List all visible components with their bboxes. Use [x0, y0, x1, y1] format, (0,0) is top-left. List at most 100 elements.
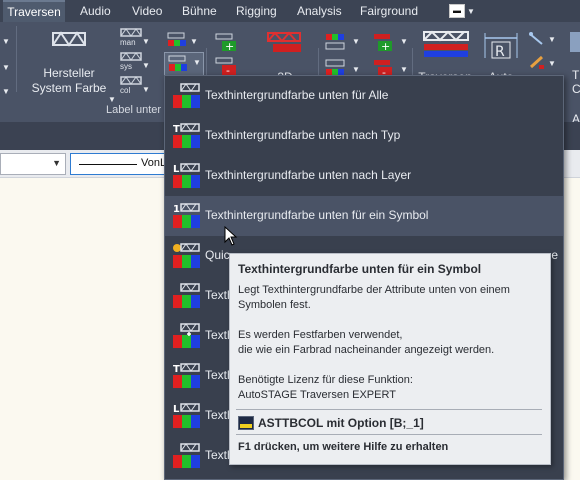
tooltip-help-hint: F1 drücken, um weitere Hilfe zu erhalten — [238, 441, 449, 453]
tab-audio[interactable]: Audio — [80, 0, 111, 22]
tab-buehne[interactable]: Bühne — [182, 0, 217, 22]
ribbon-tab-bar: Traversen Audio Video Bühne Rigging Anal… — [0, 0, 580, 24]
menu-item-label: Texthintergrundfarbe unten für Alle — [205, 88, 389, 102]
dimension-r-icon: R — [484, 33, 518, 60]
label-color-mask-icon — [173, 443, 200, 468]
tab-label: Rigging — [236, 4, 277, 18]
command-icon — [238, 416, 254, 430]
label-color-small-button[interactable] — [166, 32, 190, 50]
label-color-icon — [168, 55, 187, 71]
manufacturer-color-button[interactable]: Hersteller System Farbe — [28, 28, 110, 98]
label-color-layer-icon: L — [173, 163, 200, 188]
remove-label-button[interactable]: - — [214, 56, 242, 77]
menu-item-label-tail: e — [551, 248, 558, 262]
svg-text:T: T — [173, 364, 180, 375]
cut-off-label-c: C — [572, 82, 580, 96]
chevron-down-icon[interactable]: ▼ — [2, 84, 10, 99]
label-color-symbol-icon: 1 — [173, 203, 200, 228]
truss-mini-icon — [120, 76, 142, 85]
tooltip-info-line: die wie ein Farbrad nacheinander angezei… — [238, 344, 495, 356]
svg-text:+: + — [381, 40, 390, 53]
label-color-layer-icon: L — [173, 403, 200, 428]
linetype-text: VonL — [141, 157, 167, 169]
tab-label: Bühne — [182, 4, 217, 18]
tab-analysis[interactable]: Analysis — [297, 0, 342, 22]
menu-item[interactable]: Texthintergrundfarbe unten für Alle — [165, 76, 563, 116]
svg-text:L: L — [173, 164, 180, 175]
chevron-down-icon: ▼ — [193, 58, 201, 67]
menu-item[interactable]: L Texthintergrundfarbe unten nach Layer — [165, 156, 563, 196]
tooltip-separator — [236, 434, 542, 435]
measure-icon — [529, 32, 543, 45]
workspace-toggle-button[interactable]: ▬ — [449, 4, 465, 18]
tooltip-description-line: Symbolen fest. — [238, 299, 311, 311]
tooltip-description-line: Legt Texthintergrundfarbe der Attribute … — [238, 284, 510, 296]
label-color-icon — [167, 32, 186, 46]
chevron-down-icon[interactable]: ▼ — [2, 34, 10, 49]
add-color-button[interactable]: + — [372, 32, 400, 54]
manufacturer-color-label: Hersteller System Farbe — [31, 66, 107, 95]
mouse-cursor-icon — [224, 226, 238, 246]
tooltip-separator — [236, 409, 542, 410]
cut-off-button[interactable]: T C A — [566, 30, 580, 126]
chevron-down-icon[interactable]: ▼ — [400, 34, 408, 49]
linetype-preview — [79, 164, 137, 165]
label-color-bottom-button[interactable]: ▼ — [164, 52, 204, 76]
pencil-icon — [529, 55, 544, 69]
menu-item-label: Quic — [205, 248, 230, 262]
tab-label: Traversen — [7, 5, 61, 19]
tooltip-command: ASTTBCOL mit Option [B;_1] — [258, 416, 424, 430]
3d-label-icon — [267, 31, 301, 52]
tooltip-info-line: Es werden Festfarben verwendet, — [238, 329, 403, 341]
remove-label-icon: - — [215, 57, 236, 77]
ribbon-group-label: Label unter — [106, 104, 162, 116]
edit-tool-button[interactable] — [528, 54, 548, 72]
chevron-down-icon[interactable]: ▼ — [548, 56, 556, 71]
col-label: col — [120, 86, 131, 95]
menu-item-label: Texthintergrundfarbe unten nach Typ — [205, 128, 401, 142]
add-label-button[interactable]: + — [214, 32, 242, 53]
svg-text:+: + — [225, 40, 234, 52]
cut-off-icon — [570, 32, 580, 52]
tab-label: Audio — [80, 4, 111, 18]
tab-label: Analysis — [297, 4, 342, 18]
chevron-down-icon[interactable]: ▼ — [467, 0, 475, 22]
menu-item-label: Texthintergrundfarbe unten nach Layer — [205, 168, 412, 182]
tab-rigging[interactable]: Rigging — [236, 0, 277, 22]
chevron-down-icon[interactable]: ▼ — [142, 58, 150, 73]
label-color-all-icon — [173, 83, 200, 108]
ribbon-separator — [16, 26, 17, 92]
tab-fairground[interactable]: Fairground — [360, 0, 418, 22]
truss-mini-icon — [120, 28, 142, 37]
tooltip-license-line: AutoSTAGE Traversen EXPERT — [238, 389, 396, 401]
cut-off-label-t: T — [572, 68, 580, 82]
tab-label: Fairground — [360, 4, 419, 18]
chevron-down-icon[interactable]: ▼ — [142, 34, 150, 49]
chevron-down-icon[interactable]: ▼ — [142, 82, 150, 97]
tab-video[interactable]: Video — [132, 0, 162, 22]
quick-color-icon — [173, 243, 200, 268]
label-color-move-icon — [173, 323, 200, 348]
label-color-top-button[interactable] — [324, 32, 352, 54]
add-color-icon: + — [374, 34, 392, 53]
tooltip-license-line: Benötigte Lizenz für diese Funktion: — [238, 374, 413, 386]
menu-item[interactable]: T Texthintergrundfarbe unten nach Typ — [165, 116, 563, 156]
sys-label: sys — [120, 62, 132, 71]
label-color-type-icon: T — [173, 123, 200, 148]
svg-text:1: 1 — [173, 204, 180, 215]
measure-tool-button[interactable] — [528, 30, 548, 48]
layer-combo[interactable]: ▼ — [0, 153, 66, 175]
chevron-down-icon[interactable]: ▼ — [548, 32, 556, 47]
tab-label: Video — [132, 4, 163, 18]
menu-item-label: Texthintergrundfarbe unten für ein Symbo… — [205, 208, 429, 222]
chevron-down-icon[interactable]: ▼ — [190, 34, 198, 49]
chevron-down-icon[interactable]: ▼ — [2, 60, 10, 75]
command-tooltip: Texthintergrundfarbe unten für ein Symbo… — [229, 253, 551, 465]
tooltip-title: Texthintergrundfarbe unten für ein Symbo… — [238, 262, 482, 276]
label-color-top-icon — [325, 34, 345, 50]
svg-text:R: R — [495, 44, 505, 60]
label-color-all-icon — [173, 283, 200, 308]
chevron-down-icon[interactable]: ▼ — [352, 34, 360, 49]
tab-traversen[interactable]: Traversen — [3, 0, 65, 24]
add-label-icon: + — [215, 33, 236, 53]
